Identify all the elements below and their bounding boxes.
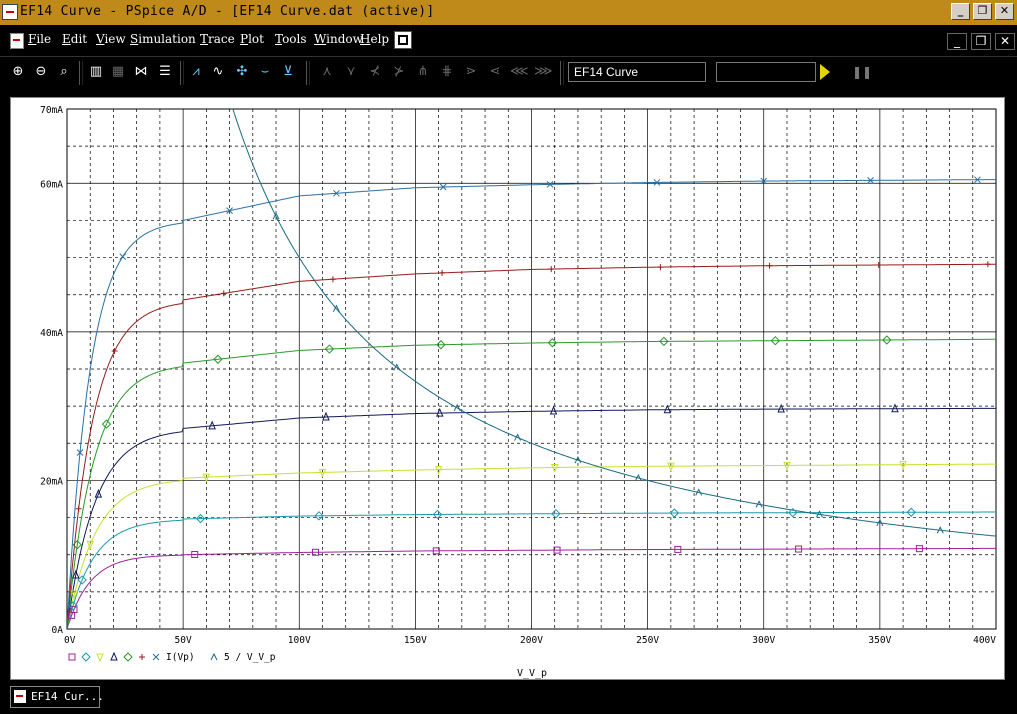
marker-plus bbox=[75, 505, 82, 512]
marker-plus bbox=[111, 347, 118, 354]
marker-diamond bbox=[81, 652, 91, 662]
legend-expression-1: I(Vp) bbox=[166, 652, 195, 663]
y-tick-labels: 0A 20mA 40mA 60mA 70mA bbox=[40, 105, 63, 636]
x-tick-label: 300V bbox=[752, 635, 775, 646]
marker-triangle bbox=[891, 403, 899, 413]
marker-plus bbox=[657, 264, 664, 271]
x-tick-label: 350V bbox=[868, 635, 891, 646]
y-tick-label: 70mA bbox=[40, 105, 63, 116]
marker-plus bbox=[329, 276, 336, 283]
x-tick-label: 150V bbox=[404, 635, 427, 646]
status-strip bbox=[0, 708, 1017, 714]
marker-x bbox=[152, 653, 160, 661]
marker-plus bbox=[548, 266, 555, 273]
legend-expression-2: 5 / V_V_p bbox=[224, 652, 276, 663]
window-tab-label: EF14 Cur... bbox=[31, 690, 104, 703]
marker-triangle bbox=[110, 651, 118, 661]
x-tick-label: 200V bbox=[520, 635, 543, 646]
marker-plus bbox=[439, 269, 446, 276]
marker-caret bbox=[210, 652, 218, 661]
marker-plus bbox=[875, 262, 882, 269]
x-tick-label: 50V bbox=[175, 635, 192, 646]
x-tick-label: 250V bbox=[636, 635, 659, 646]
x-tick-label: 0V bbox=[64, 635, 76, 646]
document-icon bbox=[14, 690, 26, 703]
window-tab-ef14[interactable]: EF14 Cur... bbox=[10, 686, 104, 708]
x-tick-label: 400V bbox=[973, 635, 996, 646]
legend: I(Vp) 5 / V_V_p bbox=[68, 651, 276, 663]
marker-diamond bbox=[123, 652, 133, 662]
probe-plot[interactable]: 0A 20mA 40mA 60mA 70mA 0V 50V 100V 150V 200V 250V… bbox=[0, 0, 1017, 714]
x-tick-labels: 0V 50V 100V 150V 200V 250V 300V 350V 400V bbox=[64, 635, 996, 646]
markers bbox=[68, 176, 991, 619]
y-tick-label: 20mA bbox=[40, 476, 63, 487]
marker-x bbox=[119, 253, 127, 260]
marker-triangle-down bbox=[96, 653, 104, 663]
marker-plus bbox=[766, 262, 773, 269]
x-axis-label: V_V_p bbox=[517, 668, 547, 679]
marker-plus bbox=[220, 290, 227, 297]
x-tick-label: 100V bbox=[288, 635, 311, 646]
marker-plus bbox=[139, 654, 145, 660]
y-tick-label: 0A bbox=[52, 625, 64, 636]
marker-plus bbox=[984, 261, 991, 268]
marker-square bbox=[68, 653, 76, 661]
y-tick-label: 60mA bbox=[40, 179, 63, 190]
y-tick-label: 40mA bbox=[40, 328, 63, 339]
